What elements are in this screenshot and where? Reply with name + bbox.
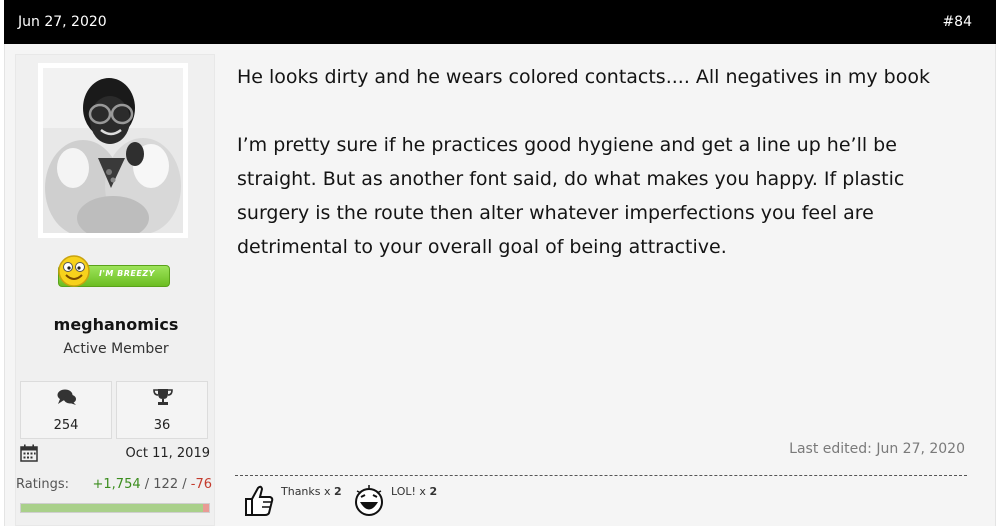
post-number-link[interactable]: #84 [942, 14, 972, 30]
reaction-count: 2 [429, 485, 438, 498]
banner-text: I'M BREEZY [99, 269, 155, 278]
avatar[interactable] [38, 63, 188, 238]
messages-stat[interactable]: 254 [20, 381, 112, 439]
avatar-image [43, 68, 183, 233]
reaction-times: x [320, 485, 335, 498]
reaction-label: Thanks [281, 485, 321, 498]
ratings-separator: / [178, 477, 191, 492]
joined-row: Oct 11, 2019 [16, 443, 216, 465]
joined-date: Oct 11, 2019 [125, 446, 211, 461]
ratings-bar-negative [203, 504, 209, 512]
ratings-neutral: 122 [153, 477, 179, 492]
reaction-times: x [415, 485, 430, 498]
reactions-divider [235, 475, 967, 476]
post-date[interactable]: Jun 27, 2020 [18, 14, 107, 30]
post-body: I'M BREEZY meghanomics Active Member 254… [4, 44, 996, 526]
message-paragraph: He looks dirty and he wears colored cont… [237, 66, 930, 88]
ratings-bar [20, 503, 210, 513]
laughing-face-icon [355, 485, 383, 516]
message-paragraph: I’m pretty sure if he practices good hyg… [237, 134, 905, 258]
user-info-panel: I'M BREEZY meghanomics Active Member 254… [15, 54, 215, 526]
ratings-values[interactable]: +1,754 / 122 / -76 [93, 477, 212, 492]
trophies-count: 36 [153, 418, 171, 433]
thumbs-up-icon [245, 485, 274, 516]
message-content: He looks dirty and he wears colored cont… [237, 60, 977, 264]
reaction-label: LOL! [391, 485, 416, 498]
reaction-count: 2 [334, 485, 342, 498]
trophies-stat[interactable]: 36 [116, 381, 208, 439]
post-header: Jun 27, 2020 #84 [4, 0, 996, 44]
ratings-negative: -76 [190, 477, 212, 492]
calendar-icon [20, 444, 38, 462]
trophy-icon [153, 389, 173, 405]
ratings-separator: / [140, 477, 154, 492]
smiley-icon [58, 255, 90, 287]
messages-count: 254 [53, 418, 79, 433]
last-edited: Last edited: Jun 27, 2020 [789, 441, 965, 457]
ratings-bar-positive [21, 504, 203, 512]
ratings-label: Ratings: [16, 477, 70, 492]
user-banner: I'M BREEZY [58, 255, 170, 287]
ratings-positive: +1,754 [92, 477, 141, 492]
ratings-row: Ratings: +1,754 / 122 / -76 [16, 475, 216, 495]
chat-bubbles-icon [57, 389, 76, 405]
user-title: Active Member [63, 341, 169, 357]
username-link[interactable]: meghanomics [16, 315, 216, 334]
